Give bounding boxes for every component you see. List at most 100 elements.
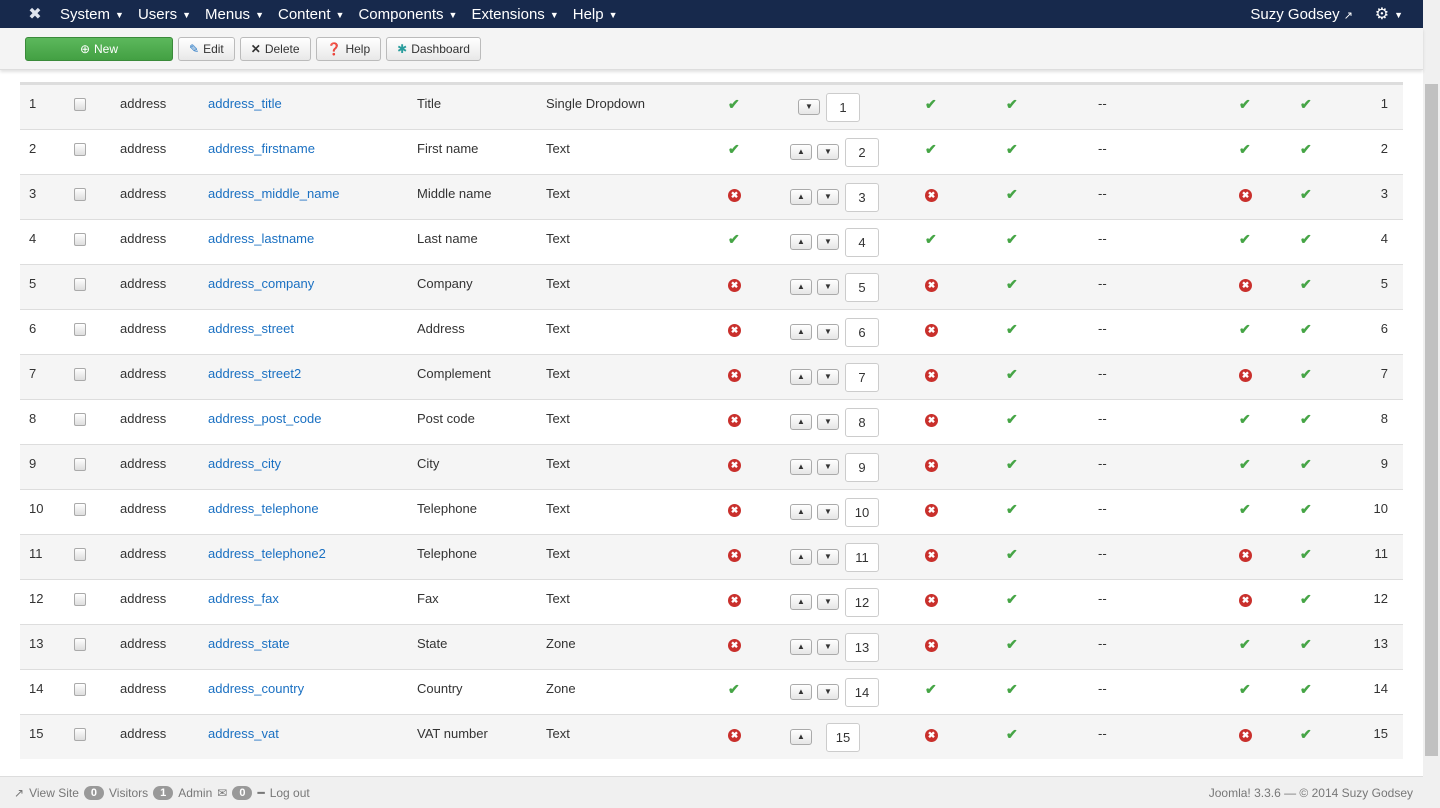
ordering-input[interactable]: 10 [845,498,879,527]
move-up-button[interactable]: ▲ [790,189,812,205]
move-up-button[interactable]: ▲ [790,279,812,295]
check-icon[interactable]: ✔ [1006,321,1018,338]
check-icon[interactable]: ✔ [1006,681,1018,698]
menu-content[interactable]: Content ▼ [278,6,344,23]
move-down-button[interactable]: ▼ [817,459,839,475]
ordering-input[interactable]: 4 [845,228,879,257]
check-icon[interactable]: ✔ [1300,276,1312,293]
check-icon[interactable]: ✔ [1006,366,1018,383]
field-name-link[interactable]: address_fax [208,591,279,606]
x-circle-icon[interactable]: ✖ [925,459,938,472]
check-icon[interactable]: ✔ [1300,411,1312,428]
dashboard-button[interactable]: ✱ Dashboard [386,36,481,61]
view-site-link[interactable]: View Site [29,786,79,800]
ordering-input[interactable]: 12 [845,588,879,617]
x-circle-icon[interactable]: ✖ [925,279,938,292]
x-circle-icon[interactable]: ✖ [925,594,938,607]
check-icon[interactable]: ✔ [1300,726,1312,743]
ordering-input[interactable]: 6 [845,318,879,347]
x-circle-icon[interactable]: ✖ [925,549,938,562]
x-circle-icon[interactable]: ✖ [1239,729,1252,742]
ordering-input[interactable]: 1 [826,93,860,122]
logout-link[interactable]: Log out [270,786,310,800]
check-icon[interactable]: ✔ [1239,321,1251,338]
row-checkbox[interactable] [74,323,86,336]
field-name-link[interactable]: address_vat [208,726,279,741]
row-checkbox[interactable] [74,413,86,426]
move-up-button[interactable]: ▲ [790,144,812,160]
new-button[interactable]: ⊕ New [25,36,173,61]
check-icon[interactable]: ✔ [925,231,937,248]
ordering-input[interactable]: 3 [845,183,879,212]
x-circle-icon[interactable]: ✖ [925,369,938,382]
check-icon[interactable]: ✔ [1300,141,1312,158]
ordering-input[interactable]: 13 [845,633,879,662]
check-icon[interactable]: ✔ [1006,726,1018,743]
check-icon[interactable]: ✔ [1300,681,1312,698]
check-icon[interactable]: ✔ [925,681,937,698]
move-down-button[interactable]: ▼ [817,189,839,205]
move-down-button[interactable]: ▼ [817,324,839,340]
move-down-button[interactable]: ▼ [817,594,839,610]
x-circle-icon[interactable]: ✖ [728,459,741,472]
menu-system[interactable]: System ▼ [60,6,124,23]
field-name-link[interactable]: address_title [208,96,282,111]
scrollbar-thumb[interactable] [1425,84,1438,756]
field-name-link[interactable]: address_street2 [208,366,301,381]
row-checkbox[interactable] [74,638,86,651]
x-circle-icon[interactable]: ✖ [728,369,741,382]
x-circle-icon[interactable]: ✖ [728,324,741,337]
check-icon[interactable]: ✔ [1239,411,1251,428]
x-circle-icon[interactable]: ✖ [925,414,938,427]
move-down-button[interactable]: ▼ [817,234,839,250]
check-icon[interactable]: ✔ [728,681,740,698]
move-up-button[interactable]: ▲ [790,369,812,385]
field-name-link[interactable]: address_firstname [208,141,315,156]
row-checkbox[interactable] [74,233,86,246]
field-name-link[interactable]: address_post_code [208,411,321,426]
ordering-input[interactable]: 5 [845,273,879,302]
check-icon[interactable]: ✔ [1239,501,1251,518]
x-circle-icon[interactable]: ✖ [728,504,741,517]
field-name-link[interactable]: address_lastname [208,231,314,246]
row-checkbox[interactable] [74,458,86,471]
move-up-button[interactable]: ▲ [790,324,812,340]
x-circle-icon[interactable]: ✖ [728,279,741,292]
field-name-link[interactable]: address_company [208,276,314,291]
check-icon[interactable]: ✔ [1300,186,1312,203]
check-icon[interactable]: ✔ [1239,96,1251,113]
check-icon[interactable]: ✔ [925,96,937,113]
row-checkbox[interactable] [74,548,86,561]
x-circle-icon[interactable]: ✖ [1239,279,1252,292]
check-icon[interactable]: ✔ [1300,456,1312,473]
check-icon[interactable]: ✔ [728,141,740,158]
field-name-link[interactable]: address_city [208,456,281,471]
check-icon[interactable]: ✔ [1006,141,1018,158]
row-checkbox[interactable] [74,143,86,156]
x-circle-icon[interactable]: ✖ [728,549,741,562]
help-button[interactable]: ❓ Help [315,36,382,61]
menu-components[interactable]: Components ▼ [358,6,457,23]
check-icon[interactable]: ✔ [1239,636,1251,653]
row-checkbox[interactable] [74,98,86,111]
check-icon[interactable]: ✔ [1006,501,1018,518]
menu-menus[interactable]: Menus ▼ [205,6,264,23]
move-up-button[interactable]: ▲ [790,549,812,565]
move-up-button[interactable]: ▲ [790,504,812,520]
x-circle-icon[interactable]: ✖ [728,189,741,202]
move-up-button[interactable]: ▲ [790,729,812,745]
field-name-link[interactable]: address_state [208,636,290,651]
menu-help[interactable]: Help ▼ [573,6,618,23]
row-checkbox[interactable] [74,503,86,516]
row-checkbox[interactable] [74,368,86,381]
check-icon[interactable]: ✔ [1239,231,1251,248]
menu-extensions[interactable]: Extensions ▼ [471,6,558,23]
move-down-button[interactable]: ▼ [817,414,839,430]
x-circle-icon[interactable]: ✖ [728,594,741,607]
check-icon[interactable]: ✔ [1006,546,1018,563]
check-icon[interactable]: ✔ [1300,321,1312,338]
joomla-logo-icon[interactable]: ✖ [24,4,46,24]
row-checkbox[interactable] [74,188,86,201]
move-up-button[interactable]: ▲ [790,414,812,430]
move-up-button[interactable]: ▲ [790,639,812,655]
